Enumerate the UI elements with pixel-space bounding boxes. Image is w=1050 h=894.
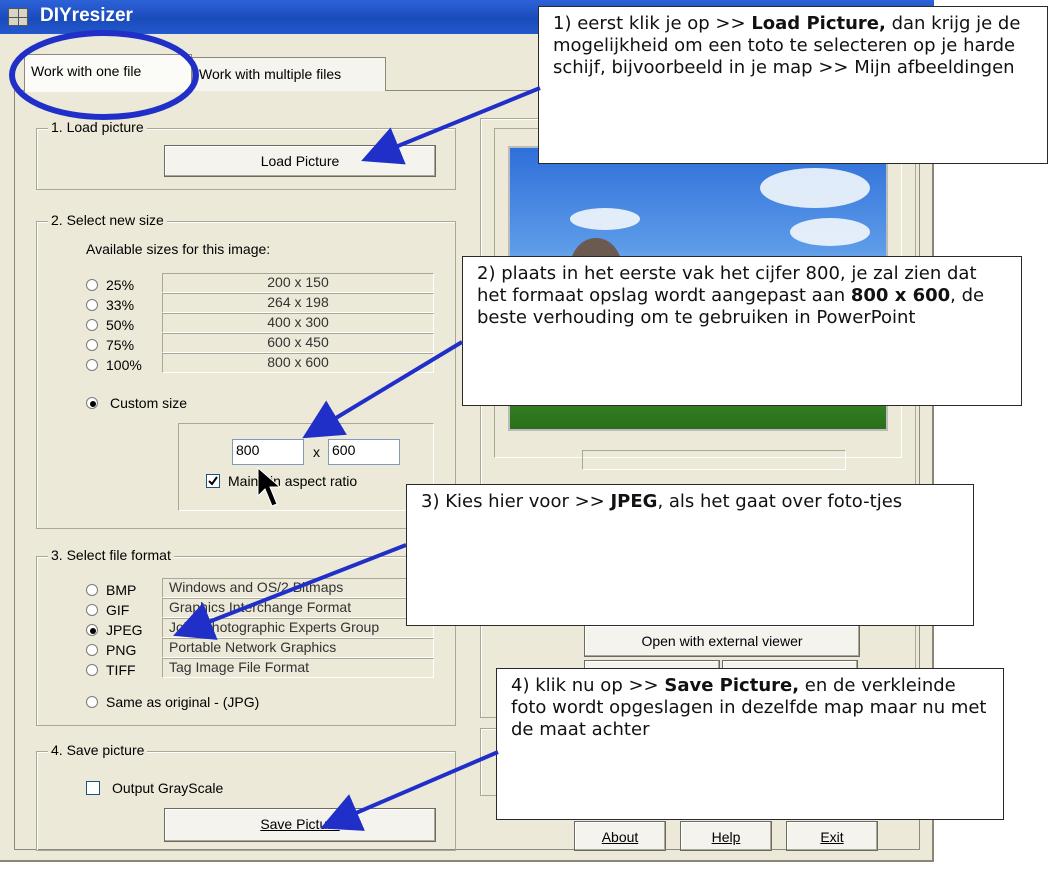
callout-1-pre: 1) eerst klik je op >>: [553, 13, 752, 34]
custom-size-label: Custom size: [110, 395, 188, 411]
format-desc-gif: Graphics Interchange Format: [162, 598, 434, 618]
format-radio-tiff[interactable]: [86, 664, 98, 676]
size-radio-50[interactable]: [86, 319, 98, 331]
load-picture-button[interactable]: Load Picture: [164, 145, 436, 177]
about-button[interactable]: About: [574, 821, 666, 851]
callout-step-1: 1) eerst klik je op >> Load Picture, dan…: [538, 6, 1048, 164]
save-picture-button[interactable]: Save Picture: [164, 808, 436, 842]
app-icon: [8, 8, 28, 26]
tab-multiple-files[interactable]: Work with multiple files: [192, 57, 386, 91]
cloud-shape: [760, 168, 870, 208]
size-radio-33[interactable]: [86, 299, 98, 311]
size-dims-75: 600 x 450: [162, 333, 434, 353]
about-button-label: About: [601, 829, 639, 845]
callout-3-pre: 3) Kies hier voor >>: [421, 491, 611, 512]
select-size-group-label: 2. Select new size: [48, 212, 167, 228]
grayscale-label: Output GrayScale: [112, 780, 224, 796]
open-external-viewer-button[interactable]: Open with external viewer: [584, 625, 860, 657]
maintain-aspect-checkbox[interactable]: [206, 474, 220, 488]
size-radio-100[interactable]: [86, 359, 98, 371]
window-title: DIYresizer: [40, 5, 133, 26]
cloud-shape: [790, 218, 870, 246]
size-pct-100: 100%: [106, 357, 142, 373]
height-input[interactable]: 600: [328, 439, 400, 465]
custom-size-frame: [178, 423, 434, 511]
width-input[interactable]: 800: [232, 439, 304, 465]
format-code-bmp: BMP: [106, 582, 137, 598]
callout-4-bold: Save Picture,: [664, 675, 800, 696]
available-sizes-label: Available sizes for this image:: [86, 241, 271, 257]
file-format-group-label: 3. Select file format: [48, 547, 174, 563]
size-pct-50: 50%: [106, 317, 135, 333]
size-dims-33: 264 x 198: [162, 293, 434, 313]
format-code-jpeg: JPEG: [106, 622, 143, 638]
maintain-aspect-label: Maintain aspect ratio: [228, 473, 358, 489]
size-dims-100: 800 x 600: [162, 353, 434, 373]
format-desc-tiff: Tag Image File Format: [162, 658, 434, 678]
callout-step-3: 3) Kies hier voor >> JPEG, als het gaat …: [406, 484, 974, 626]
callout-1-bold: Load Picture,: [751, 13, 886, 34]
size-radio-25[interactable]: [86, 279, 98, 291]
callout-3-post: , als het gaat over foto-tjes: [657, 491, 903, 512]
size-pct-75: 75%: [106, 337, 135, 353]
format-same-label: Same as original - (JPG): [106, 694, 260, 710]
callout-step-2: 2) plaats in het eerste vak het cijfer 8…: [462, 256, 1022, 406]
format-radio-gif[interactable]: [86, 604, 98, 616]
callout-step-4: 4) klik nu op >> Save Picture, en de ver…: [496, 668, 1004, 820]
help-button-label: Help: [711, 829, 741, 845]
save-picture-button-label: Save Picture: [260, 816, 340, 832]
size-pct-33: 33%: [106, 297, 135, 313]
preview-scrollbar[interactable]: [582, 450, 846, 470]
format-desc-bmp: Windows and OS/2 Bitmaps: [162, 578, 434, 598]
checkmark-icon: [208, 476, 218, 486]
load-picture-group-label: 1. Load picture: [48, 119, 147, 135]
format-code-tiff: TIFF: [106, 662, 136, 678]
size-pct-25: 25%: [106, 277, 135, 293]
format-radio-jpeg[interactable]: [86, 624, 98, 636]
exit-button-label: Exit: [820, 829, 844, 845]
callout-2-bold: 800 x 600: [850, 285, 951, 306]
grayscale-checkbox[interactable]: [86, 781, 100, 795]
callout-4-pre: 4) klik nu op >>: [511, 675, 665, 696]
custom-size-radio[interactable]: [86, 397, 98, 409]
format-code-png: PNG: [106, 642, 137, 658]
help-button[interactable]: Help: [680, 821, 772, 851]
save-picture-group-label: 4. Save picture: [48, 742, 148, 758]
format-radio-same[interactable]: [86, 696, 98, 708]
format-radio-png[interactable]: [86, 644, 98, 656]
tab-one-file[interactable]: Work with one file: [24, 54, 192, 92]
format-desc-png: Portable Network Graphics: [162, 638, 434, 658]
callout-3-bold: JPEG: [610, 491, 658, 512]
size-dims-50: 400 x 300: [162, 313, 434, 333]
format-desc-jpeg: Joint Photographic Experts Group: [162, 618, 434, 638]
size-separator: x: [313, 444, 320, 460]
size-radio-75[interactable]: [86, 339, 98, 351]
format-code-gif: GIF: [106, 602, 130, 618]
size-dims-25: 200 x 150: [162, 273, 434, 293]
cloud-shape: [570, 208, 640, 230]
format-radio-bmp[interactable]: [86, 584, 98, 596]
exit-button[interactable]: Exit: [786, 821, 878, 851]
